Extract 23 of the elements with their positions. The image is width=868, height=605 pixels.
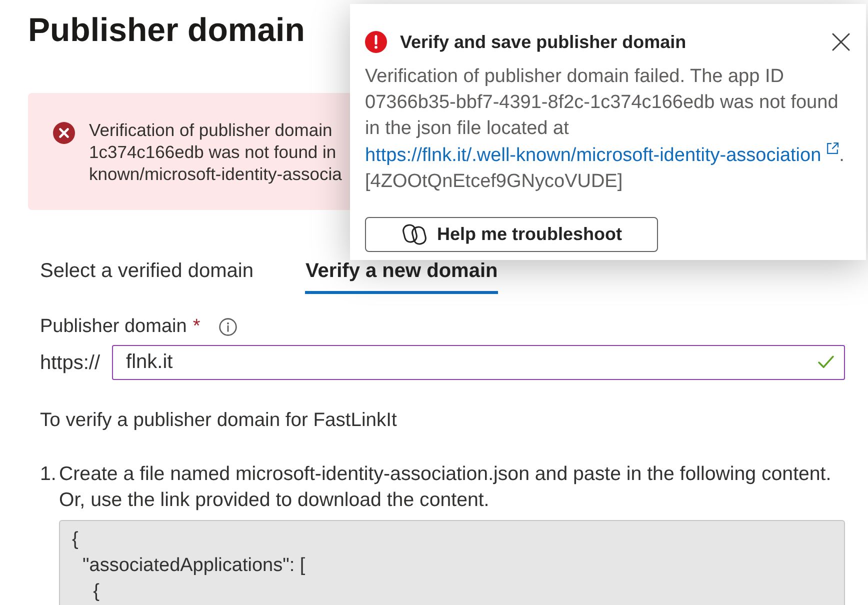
info-icon[interactable] bbox=[219, 318, 238, 336]
close-icon bbox=[832, 33, 850, 51]
required-mark: * bbox=[192, 315, 200, 339]
code-line: "associatedApplications": [ bbox=[82, 554, 306, 578]
verification-link[interactable]: https://flnk.it/.well-known/microsoft-identity-association bbox=[365, 145, 840, 166]
step-number: 1. bbox=[40, 462, 58, 487]
page-title: Publisher domain bbox=[28, 10, 305, 50]
step-text: Create a file named microsoft-identity-association.json and paste in the following content. Or, use the link provided to download the content. bbox=[59, 462, 832, 513]
troubleshoot-button[interactable]: Help me troubleshoot bbox=[365, 217, 658, 252]
instructions-text: To verify a publisher domain for FastLinkIt bbox=[40, 409, 398, 433]
code-line: { bbox=[92, 580, 100, 604]
notification-title: Verify and save publisher domain bbox=[400, 31, 688, 54]
error-message: Verification of publisher domain 1c374c166edb was not found in known/microsoft-identity-associa bbox=[89, 119, 342, 185]
external-link-icon bbox=[826, 142, 840, 155]
error-icon bbox=[53, 122, 75, 144]
code-line: { bbox=[72, 528, 80, 552]
domain-input[interactable]: flnk.it bbox=[112, 345, 845, 380]
field-label: Publisher domain bbox=[40, 315, 187, 339]
url-prefix: https:// bbox=[40, 350, 100, 374]
notification-message: Verification of publisher domain failed. The app ID 07366b35-bbf7-4391-8f2c-1c374c166edb was not found in the json file located at https://flnk.it/.well-known/microsoft-identity-association . [4ZOOtQnEtcef9GNycoVUDE] bbox=[365, 65, 846, 194]
exclamation-circle-icon bbox=[365, 31, 387, 53]
overlapping-shapes-icon bbox=[400, 221, 428, 248]
tab[interactable]: Select a verified domain bbox=[40, 260, 254, 294]
